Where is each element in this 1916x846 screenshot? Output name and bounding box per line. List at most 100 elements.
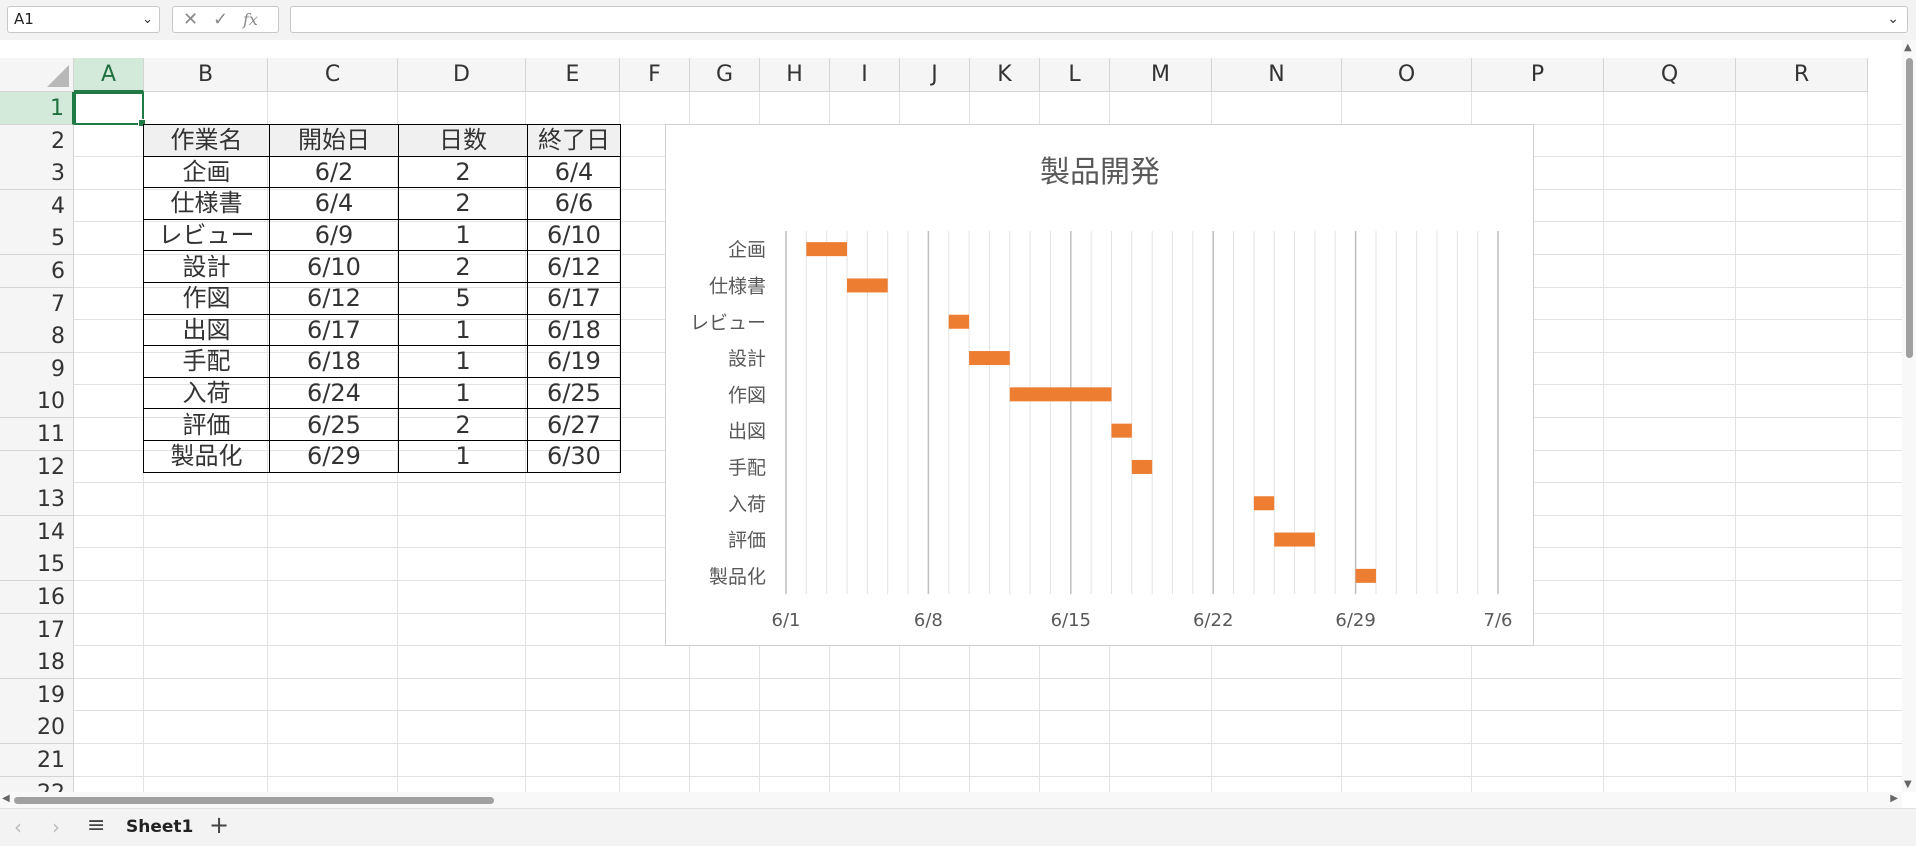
column-header-n[interactable]: N: [1212, 58, 1342, 92]
chart-bar[interactable]: [1253, 496, 1275, 511]
column-header-q[interactable]: Q: [1604, 58, 1736, 92]
gantt-chart[interactable]: 製品開発 企画 仕様書 レビュー 設計 作図 出図 手配 入荷 評価 製品化 6/1 6/8 6/15…: [665, 124, 1534, 646]
check-icon[interactable]: ✓: [213, 7, 228, 32]
chart-bar[interactable]: [948, 314, 970, 329]
row-header-21[interactable]: 21: [0, 744, 74, 777]
row-header-1[interactable]: 1: [0, 92, 74, 125]
header-start-date[interactable]: 開始日: [269, 124, 399, 157]
cell-task-name[interactable]: 製品化: [143, 439, 270, 473]
name-box[interactable]: A1 ⌄: [7, 6, 160, 33]
cell-task-name[interactable]: レビュー: [143, 218, 270, 252]
cell-end-date[interactable]: 6/18: [527, 313, 621, 347]
cell-days[interactable]: 1: [398, 439, 528, 473]
row-header-19[interactable]: 19: [0, 678, 74, 712]
chart-bar[interactable]: [1009, 387, 1112, 402]
chart-bar[interactable]: [847, 278, 888, 293]
cell-task-name[interactable]: 企画: [143, 155, 270, 189]
cell-days[interactable]: 2: [398, 408, 528, 441]
column-header-a[interactable]: A: [74, 58, 144, 92]
cell-days[interactable]: 2: [398, 187, 528, 220]
cell-days[interactable]: 2: [398, 250, 528, 283]
cell-end-date[interactable]: 6/10: [527, 218, 621, 252]
row-header-6[interactable]: 6: [0, 255, 74, 288]
row-header-9[interactable]: 9: [0, 352, 74, 386]
row-header-11[interactable]: 11: [0, 418, 74, 451]
column-header-f[interactable]: F: [620, 58, 690, 92]
cell-end-date[interactable]: 6/19: [527, 345, 621, 378]
header-end-date[interactable]: 終了日: [527, 124, 621, 157]
cell-task-name[interactable]: 入荷: [143, 376, 270, 410]
column-header-h[interactable]: H: [760, 58, 830, 92]
active-cell-a1[interactable]: [74, 92, 146, 127]
cell-days[interactable]: 5: [398, 281, 528, 315]
row-header-14[interactable]: 14: [0, 515, 74, 549]
chart-bar[interactable]: [1111, 423, 1132, 438]
cell-end-date[interactable]: 6/25: [527, 376, 621, 410]
column-header-o[interactable]: O: [1342, 58, 1472, 92]
select-all-button[interactable]: [0, 58, 74, 92]
column-header-m[interactable]: M: [1110, 58, 1212, 92]
row-header-2[interactable]: 2: [0, 124, 74, 158]
cell-task-name[interactable]: 評価: [143, 408, 270, 441]
row-header-15[interactable]: 15: [0, 548, 74, 582]
column-header-p[interactable]: P: [1472, 58, 1604, 92]
cell-task-name[interactable]: 出図: [143, 313, 270, 347]
row-header-18[interactable]: 18: [0, 646, 74, 680]
chart-bar[interactable]: [969, 351, 1010, 366]
header-days[interactable]: 日数: [398, 124, 528, 157]
horizontal-scroll-thumb[interactable]: [14, 797, 494, 804]
column-header-g[interactable]: G: [690, 58, 760, 92]
column-header-r[interactable]: R: [1736, 58, 1868, 92]
prev-sheet-icon[interactable]: ‹: [14, 815, 22, 839]
header-task-name[interactable]: 作業名: [143, 124, 270, 157]
row-header-17[interactable]: 17: [0, 613, 74, 647]
row-header-4[interactable]: 4: [0, 189, 74, 223]
scroll-left-icon[interactable]: ◀: [2, 793, 10, 804]
cell-end-date[interactable]: 6/12: [527, 250, 621, 283]
vertical-scrollbar[interactable]: ▲ ▼: [1902, 40, 1916, 792]
cell-end-date[interactable]: 6/6: [527, 187, 621, 220]
column-header-k[interactable]: K: [970, 58, 1040, 92]
cell-start-date[interactable]: 6/4: [269, 187, 399, 220]
insert-function-icon[interactable]: fx: [243, 7, 258, 32]
row-header-5[interactable]: 5: [0, 222, 74, 256]
cell-end-date[interactable]: 6/30: [527, 439, 621, 473]
cell-start-date[interactable]: 6/24: [269, 376, 399, 410]
cell-days[interactable]: 2: [398, 155, 528, 189]
chart-bar[interactable]: [1131, 459, 1153, 474]
column-header-l[interactable]: L: [1040, 58, 1110, 92]
cell-start-date[interactable]: 6/29: [269, 439, 399, 473]
column-header-b[interactable]: B: [144, 58, 268, 92]
cell-end-date[interactable]: 6/27: [527, 408, 621, 441]
column-header-c[interactable]: C: [268, 58, 398, 92]
expand-formula-icon[interactable]: ⌄: [1887, 7, 1899, 32]
cell-start-date[interactable]: 6/18: [269, 345, 399, 378]
cell-start-date[interactable]: 6/12: [269, 281, 399, 315]
cell-start-date[interactable]: 6/2: [269, 155, 399, 189]
sheet-tab-sheet1[interactable]: Sheet1: [126, 817, 193, 837]
chart-bar[interactable]: [1355, 568, 1376, 583]
chevron-down-icon[interactable]: ⌄: [142, 7, 153, 32]
row-header-10[interactable]: 10: [0, 385, 74, 419]
cell-start-date[interactable]: 6/10: [269, 250, 399, 283]
cell-days[interactable]: 1: [398, 376, 528, 410]
row-header-13[interactable]: 13: [0, 483, 74, 517]
vertical-scroll-thumb[interactable]: [1906, 58, 1913, 358]
cell-end-date[interactable]: 6/17: [527, 281, 621, 315]
cell-task-name[interactable]: 設計: [143, 250, 270, 283]
column-header-e[interactable]: E: [526, 58, 620, 92]
scroll-right-icon[interactable]: ▶: [1890, 793, 1898, 804]
row-header-8[interactable]: 8: [0, 320, 74, 354]
next-sheet-icon[interactable]: ›: [52, 815, 60, 839]
cell-task-name[interactable]: 仕様書: [143, 187, 270, 220]
row-header-20[interactable]: 20: [0, 711, 74, 745]
row-header-7[interactable]: 7: [0, 287, 74, 321]
chart-bar[interactable]: [1274, 532, 1315, 547]
cancel-icon[interactable]: ✕: [183, 7, 198, 32]
column-header-d[interactable]: D: [398, 58, 526, 92]
chart-bar[interactable]: [806, 242, 848, 257]
all-sheets-menu-icon[interactable]: ≡: [87, 813, 105, 838]
add-sheet-icon[interactable]: +: [209, 811, 229, 839]
scroll-down-icon[interactable]: ▼: [1904, 779, 1912, 790]
row-header-12[interactable]: 12: [0, 450, 74, 484]
